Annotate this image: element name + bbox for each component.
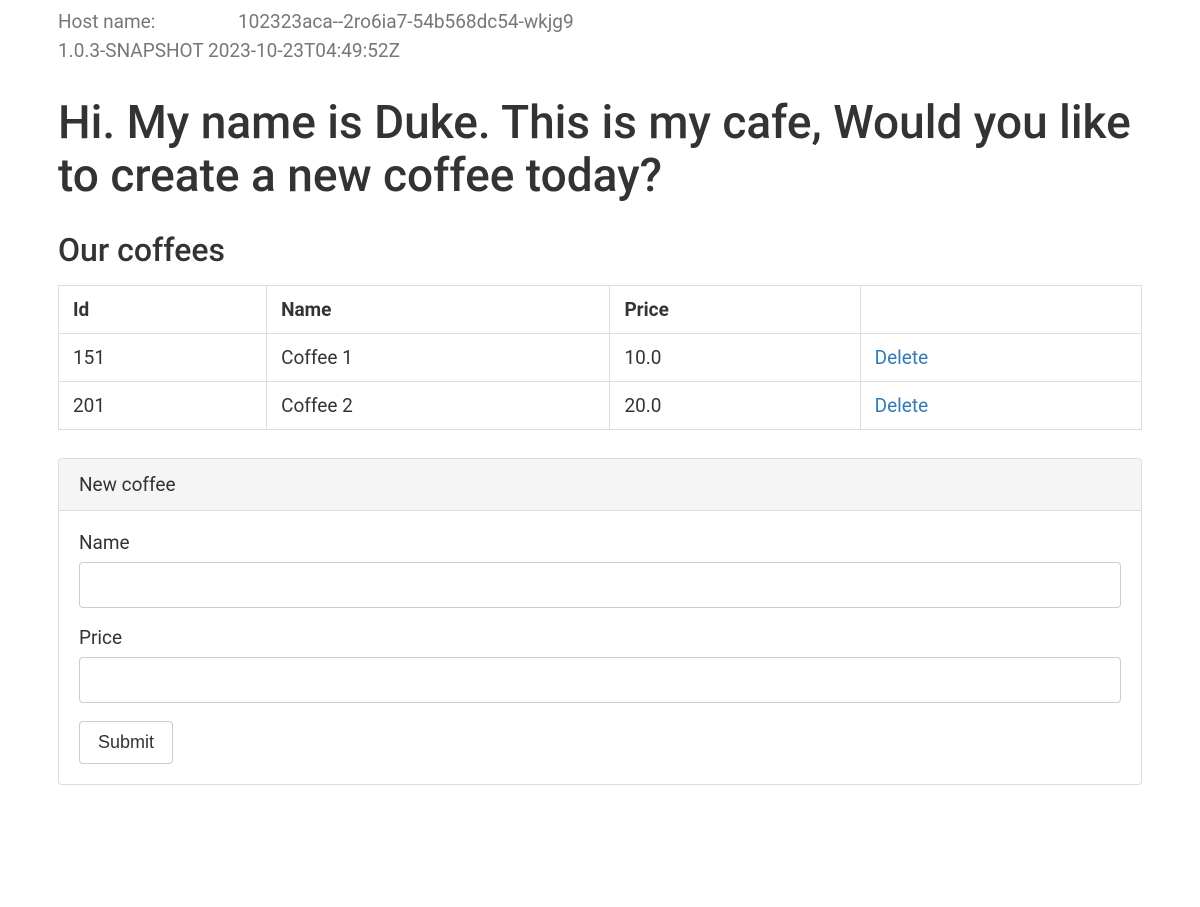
table-row: 151 Coffee 1 10.0 Delete xyxy=(59,333,1142,381)
new-coffee-panel: New coffee Name Price Submit xyxy=(58,458,1142,785)
cell-price: 10.0 xyxy=(610,333,860,381)
page-title: Hi. My name is Duke. This is my cafe, Wo… xyxy=(58,97,1142,203)
version-row: 1.0.3-SNAPSHOT 2023-10-23T04:49:52Z xyxy=(58,39,1142,62)
cell-id: 201 xyxy=(59,381,267,429)
delete-link[interactable]: Delete xyxy=(875,394,929,417)
col-header-name: Name xyxy=(267,285,610,333)
cell-price: 20.0 xyxy=(610,381,860,429)
col-header-id: Id xyxy=(59,285,267,333)
hostname-value: 102323aca--2ro6ia7-54b568dc54-wkjg9 xyxy=(238,10,574,33)
version-value: 1.0.3-SNAPSHOT xyxy=(58,39,203,62)
form-group-price: Price xyxy=(79,626,1121,703)
build-time: 2023-10-23T04:49:52Z xyxy=(208,39,400,62)
price-input[interactable] xyxy=(79,657,1121,703)
table-header-row: Id Name Price xyxy=(59,285,1142,333)
submit-button[interactable]: Submit xyxy=(79,721,173,764)
col-header-actions xyxy=(860,285,1141,333)
table-row: 201 Coffee 2 20.0 Delete xyxy=(59,381,1142,429)
price-label: Price xyxy=(79,626,1121,649)
cell-name: Coffee 2 xyxy=(267,381,610,429)
panel-body: Name Price Submit xyxy=(59,511,1141,784)
panel-heading: New coffee xyxy=(59,459,1141,511)
cell-name: Coffee 1 xyxy=(267,333,610,381)
cell-id: 151 xyxy=(59,333,267,381)
cell-actions: Delete xyxy=(860,333,1141,381)
coffees-table: Id Name Price 151 Coffee 1 10.0 Delete 2… xyxy=(58,285,1142,430)
name-input[interactable] xyxy=(79,562,1121,608)
coffees-heading: Our coffees xyxy=(58,231,1142,269)
hostname-row: Host name: 102323aca--2ro6ia7-54b568dc54… xyxy=(58,10,1142,33)
form-group-name: Name xyxy=(79,531,1121,608)
delete-link[interactable]: Delete xyxy=(875,346,929,369)
cell-actions: Delete xyxy=(860,381,1141,429)
name-label: Name xyxy=(79,531,1121,554)
col-header-price: Price xyxy=(610,285,860,333)
hostname-label: Host name: xyxy=(58,10,178,33)
